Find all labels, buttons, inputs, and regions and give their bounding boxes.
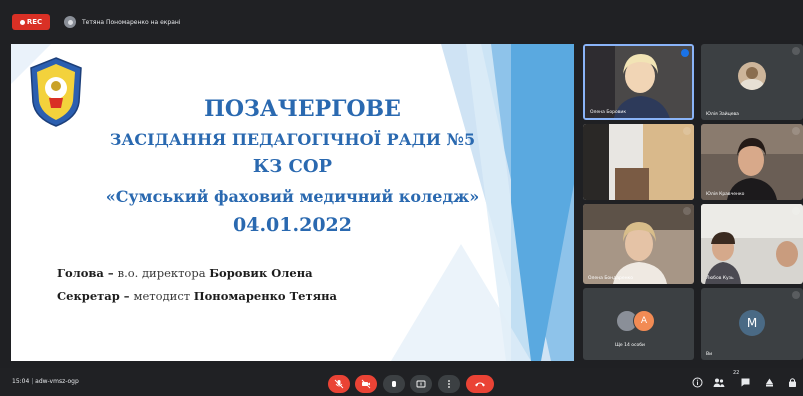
participant-name: Олена Бондаренко	[588, 276, 634, 281]
participant-video	[701, 204, 803, 284]
secretary-label: Секретар	[57, 289, 120, 303]
participant-name: Олена Боровик	[590, 110, 627, 115]
chair-separator: –	[103, 266, 118, 280]
present-screen-icon	[416, 380, 426, 388]
chair-name: Боровик Олена	[209, 266, 313, 280]
top-bar: REC Тетяна Пономаренко на екрані	[0, 0, 803, 40]
phone-hangup-icon	[475, 382, 485, 387]
activities-button[interactable]	[762, 375, 776, 389]
presenter-indicator: Тетяна Пономаренко на екрані	[64, 13, 180, 31]
self-avatar: M	[739, 310, 765, 336]
slide-college-name: «Сумський фаховий медичний коледж»	[105, 187, 480, 206]
chat-button[interactable]	[738, 375, 752, 389]
participant-tile-3[interactable]	[583, 124, 694, 200]
participant-name: Юлія Кравченко	[706, 192, 745, 197]
meeting-info: 15:04 | adw-vmsz-ogp	[12, 378, 79, 385]
shared-presentation: ПОЗАЧЕРГОВЕ ЗАСІДАННЯ ПЕДАГОГІЧНОЇ РАДИ …	[11, 44, 574, 361]
participant-video	[583, 204, 694, 284]
mic-off-icon	[334, 379, 344, 389]
present-button[interactable]	[410, 375, 432, 393]
tile-options-icon[interactable]	[792, 47, 800, 55]
participant-tile-4[interactable]: Юлія Кравченко	[701, 124, 803, 200]
participant-tile-2[interactable]: Юлія Зайцева	[701, 44, 803, 120]
info-icon	[692, 377, 702, 387]
participant-tile-5[interactable]: Олена Бондаренко	[583, 204, 694, 284]
tile-options-icon[interactable]	[792, 291, 800, 299]
slide-title: ПОЗАЧЕРГОВЕ	[204, 96, 401, 122]
participant-name: Любов Кузь	[706, 276, 734, 281]
slide-chair-line: Голова – в.о. директора Боровик Олена	[57, 266, 313, 280]
host-controls-button[interactable]	[785, 375, 799, 389]
tile-options-icon[interactable]	[683, 127, 691, 135]
hand-icon	[392, 381, 396, 387]
mic-off-button[interactable]	[328, 375, 350, 393]
participant-video	[583, 124, 694, 200]
secretary-separator: –	[119, 289, 134, 303]
presenter-text: Тетяна Пономаренко на екрані	[82, 18, 181, 26]
slide-subtitle-council: ЗАСІДАННЯ ПЕДАГОГІЧНОЇ РАДИ №5	[109, 130, 476, 149]
participant-tile-others[interactable]: A Ще 14 особи	[583, 288, 694, 360]
slide-date: 04.01.2022	[233, 214, 352, 236]
bottom-control-bar: 15:04 | adw-vmsz-ogp 22	[0, 368, 803, 396]
recording-label: REC	[26, 18, 43, 26]
chair-role: в.о. директора	[117, 266, 210, 280]
more-vert-icon	[448, 380, 450, 388]
tile-options-icon[interactable]	[681, 49, 689, 57]
recording-badge: REC	[12, 14, 50, 30]
participant-name: Юлія Зайцева	[706, 112, 739, 117]
participant-video	[585, 46, 692, 118]
tile-options-icon[interactable]	[792, 207, 800, 215]
more-options-button[interactable]	[438, 375, 460, 393]
chair-label: Голова	[57, 266, 104, 280]
participant-avatar	[738, 62, 766, 90]
camera-off-button[interactable]	[355, 375, 377, 393]
participant-video	[701, 124, 803, 200]
chat-icon	[741, 378, 749, 386]
raise-hand-button[interactable]	[383, 375, 405, 393]
others-avatar-2: A	[633, 310, 655, 332]
secretary-role: методист	[133, 289, 194, 303]
tile-options-icon[interactable]	[792, 127, 800, 135]
participant-tile-self[interactable]: M Ви	[701, 288, 803, 360]
slide-secretary-line: Секретар – методист Пономаренко Тетяна	[57, 289, 337, 303]
tile-options-icon[interactable]	[683, 207, 691, 215]
slide-subtitle-org: КЗ СОР	[252, 156, 333, 177]
presenter-avatar	[64, 16, 76, 28]
secretary-name: Пономаренко Тетяна	[193, 289, 337, 303]
shapes-icon	[765, 378, 773, 386]
participant-name: Ви	[706, 352, 713, 357]
meeting-details-button[interactable]	[690, 375, 704, 389]
camera-off-icon	[361, 379, 371, 389]
people-icon	[713, 378, 725, 387]
meeting-code: adw-vmsz-ogp	[35, 378, 79, 385]
participant-tile-6[interactable]: Любов Кузь	[701, 204, 803, 284]
record-dot-icon	[19, 19, 25, 25]
people-button[interactable]	[712, 375, 726, 389]
participant-tile-1[interactable]: Олена Боровик	[583, 44, 694, 120]
others-count-label: Ще 14 особи	[615, 343, 645, 348]
clock: 15:04	[12, 378, 30, 385]
lock-person-icon	[788, 377, 796, 387]
end-call-button[interactable]	[466, 375, 494, 393]
